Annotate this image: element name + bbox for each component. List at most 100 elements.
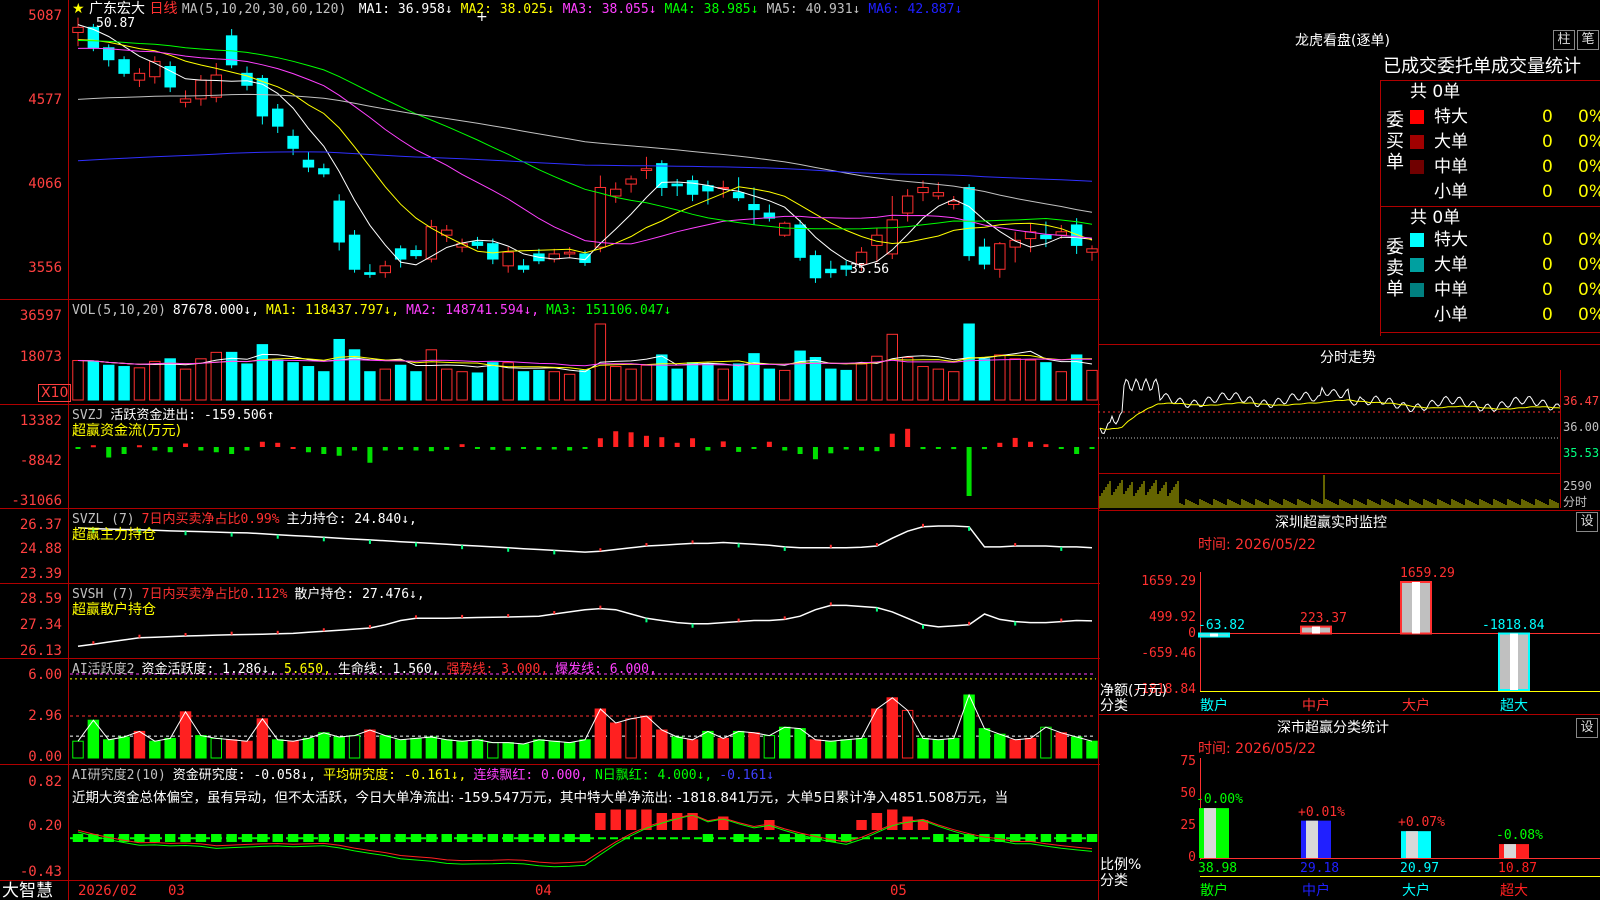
classify-category: 中户 bbox=[1302, 883, 1330, 899]
svzj-bar bbox=[889, 433, 895, 447]
color-swatch bbox=[1410, 110, 1424, 124]
activity-bar bbox=[441, 739, 453, 759]
svzj-bar bbox=[766, 441, 772, 447]
research-bar bbox=[1086, 834, 1098, 842]
classify-change: -0.08% bbox=[1496, 828, 1543, 844]
candle-body bbox=[886, 219, 898, 255]
svsh-tick: 27.34 bbox=[19, 617, 62, 633]
svzj-bar bbox=[736, 447, 742, 452]
volume-bar bbox=[702, 363, 714, 401]
dragon-stat-tabs[interactable]: 已成交委托单成交量统计 bbox=[1383, 57, 1581, 77]
candle-body bbox=[809, 255, 822, 279]
ai-research-bars bbox=[70, 809, 1098, 868]
candle-body bbox=[272, 108, 284, 127]
svzj-bar bbox=[613, 431, 619, 447]
volume-bar bbox=[610, 366, 622, 401]
monitor-title: 深圳超赢实时监控 bbox=[1275, 515, 1387, 531]
svzj-bar bbox=[643, 435, 649, 447]
research-bar bbox=[333, 834, 345, 842]
activity-bar bbox=[825, 740, 837, 759]
sell-row: 特大 0 0% bbox=[1410, 231, 1600, 250]
svzj-bar bbox=[398, 447, 404, 450]
svzj-bar bbox=[812, 447, 818, 460]
svzj-bar bbox=[659, 437, 665, 447]
svzj-bar bbox=[1058, 447, 1064, 449]
row-percent: 0% bbox=[1578, 230, 1600, 250]
classify-change: -0.00% bbox=[1196, 792, 1243, 808]
row-count: 0 bbox=[1542, 157, 1553, 177]
svzj-bar bbox=[966, 447, 972, 496]
research-bar bbox=[1025, 834, 1036, 842]
monitor-settings-button[interactable]: 设 bbox=[1576, 512, 1598, 532]
research-bar bbox=[226, 834, 237, 842]
svzj-bar bbox=[167, 447, 173, 453]
svzj-tick: 13382 bbox=[19, 413, 62, 429]
svzj-bar bbox=[674, 442, 680, 447]
svzj-bar bbox=[935, 447, 941, 449]
monitor-bar-label: 1659.29 bbox=[1400, 566, 1455, 581]
activity-bar bbox=[794, 728, 806, 759]
favorite-star-icon[interactable]: ★ bbox=[72, 1, 85, 17]
volume-bar bbox=[133, 367, 146, 401]
svzj-bar bbox=[90, 445, 96, 448]
candle-body bbox=[1040, 234, 1052, 240]
tick-view-button[interactable]: 笔 bbox=[1577, 30, 1599, 50]
monitor-bar-highlight bbox=[1312, 626, 1320, 634]
candle-body bbox=[471, 241, 484, 246]
svzj-bar bbox=[290, 447, 296, 449]
classify-settings-button[interactable]: 设 bbox=[1576, 718, 1598, 738]
svsh-line bbox=[77, 602, 1093, 648]
activity-bar bbox=[118, 736, 130, 759]
vol-hdr-item: VOL(5,10,20) bbox=[72, 303, 166, 318]
candle-body bbox=[348, 234, 361, 270]
buy-total: 共 0单 bbox=[1410, 82, 1461, 102]
research-bar bbox=[1056, 834, 1067, 842]
activity-bar bbox=[625, 718, 637, 759]
research-bar bbox=[702, 834, 714, 842]
candle-body bbox=[72, 26, 84, 33]
activity-bar bbox=[364, 729, 376, 759]
date-label: 04 bbox=[535, 883, 552, 899]
classify-tick: 0 bbox=[1188, 850, 1196, 865]
candle-body bbox=[779, 222, 791, 236]
research-bar bbox=[164, 834, 176, 842]
act-hdr-item: 资金活跃度: 1.286↓, bbox=[141, 662, 277, 677]
svzj-bar bbox=[720, 441, 726, 447]
monitor-category: 大户 bbox=[1402, 698, 1430, 714]
svsh-tick: 28.59 bbox=[19, 591, 62, 607]
svzj-bar bbox=[521, 447, 527, 449]
activity-bar bbox=[1009, 739, 1021, 759]
svzj-bar bbox=[582, 447, 588, 449]
row-count: 0 bbox=[1542, 182, 1553, 202]
candle-body bbox=[671, 183, 683, 187]
candlestick-series bbox=[72, 17, 1098, 283]
volume-bar bbox=[901, 357, 914, 401]
svzl-hdr-item: 7日内买卖净占比0.99% bbox=[141, 512, 280, 527]
volume-bar bbox=[840, 369, 852, 401]
svzj-bar bbox=[951, 447, 957, 450]
volume-bar bbox=[932, 368, 945, 401]
research-bar bbox=[72, 834, 84, 842]
svzl-tick: 24.88 bbox=[19, 541, 62, 557]
research-bar bbox=[272, 834, 283, 842]
volume-bar bbox=[425, 349, 438, 401]
color-swatch bbox=[1410, 258, 1424, 272]
candle-body bbox=[748, 204, 760, 211]
bar-view-button[interactable]: 柱 bbox=[1553, 30, 1575, 50]
activity-bar bbox=[855, 737, 868, 759]
candle-body bbox=[410, 250, 422, 257]
activity-bar bbox=[886, 697, 898, 759]
row-percent: 0% bbox=[1578, 305, 1600, 325]
period-label[interactable]: 日线 bbox=[149, 1, 177, 17]
vol-tick: 36597 bbox=[19, 308, 62, 324]
volume-bar bbox=[272, 359, 284, 401]
row-count: 0 bbox=[1542, 230, 1553, 250]
activity-bar bbox=[1055, 732, 1067, 759]
volume-bar bbox=[225, 351, 238, 401]
activity-bar bbox=[225, 739, 238, 759]
activity-bar bbox=[410, 737, 422, 759]
row-label: 大单 bbox=[1434, 132, 1468, 152]
monitor-tick: 0 bbox=[1188, 625, 1196, 641]
activity-bar bbox=[133, 730, 146, 759]
volume-bar bbox=[671, 368, 683, 401]
